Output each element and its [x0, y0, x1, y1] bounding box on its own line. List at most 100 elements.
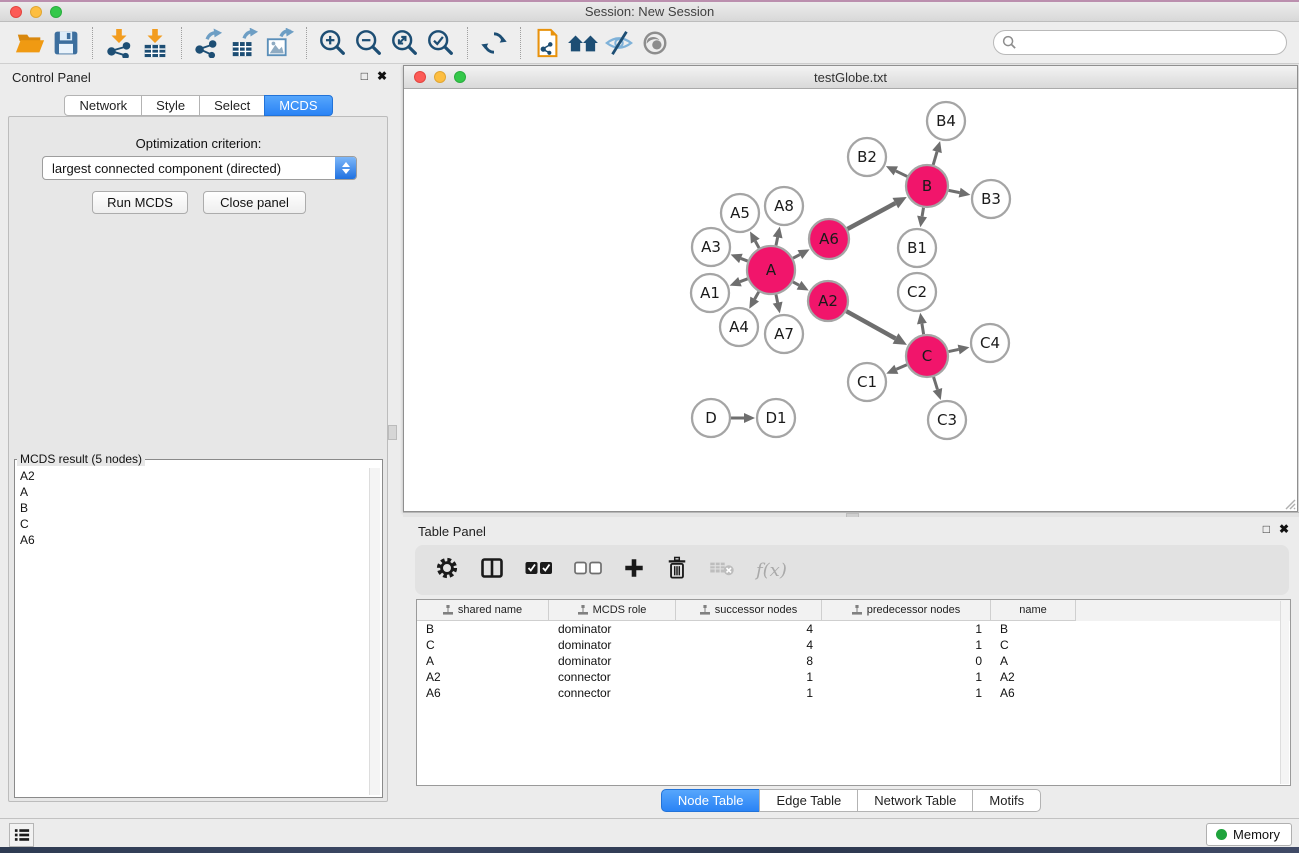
- export-table-button[interactable]: [226, 25, 262, 61]
- graph-node-A5[interactable]: A5: [721, 194, 759, 232]
- edge-A-A6[interactable]: [793, 255, 800, 259]
- edge-A6-B[interactable]: [847, 203, 895, 229]
- edge-B-B1[interactable]: [922, 208, 923, 217]
- graph-node-A2[interactable]: A2: [808, 281, 848, 321]
- mcds-result-item[interactable]: A2: [17, 468, 368, 484]
- graph-node-C4[interactable]: C4: [971, 324, 1009, 362]
- close-panel-icon[interactable]: ✖: [377, 69, 387, 83]
- tab-network-table[interactable]: Network Table: [857, 789, 973, 812]
- create-column-button[interactable]: [623, 557, 645, 584]
- mcds-result-item[interactable]: A6: [17, 532, 368, 548]
- close-panel-button[interactable]: Close panel: [203, 191, 306, 214]
- table-cell[interactable]: 1: [822, 621, 991, 637]
- vertical-splitter-handle[interactable]: [388, 425, 397, 440]
- table-row[interactable]: Cdominator41C: [417, 637, 1290, 653]
- graph-node-A7[interactable]: A7: [765, 315, 803, 353]
- edge-A-A4[interactable]: [755, 292, 759, 299]
- graph-node-A[interactable]: A: [747, 246, 795, 294]
- import-table-button[interactable]: [137, 25, 173, 61]
- edge-A-A8[interactable]: [776, 237, 778, 245]
- column-header-shared-name[interactable]: shared name: [417, 600, 549, 621]
- graph-node-B2[interactable]: B2: [848, 138, 886, 176]
- graph-node-B3[interactable]: B3: [972, 180, 1010, 218]
- edge-C-C1[interactable]: [896, 365, 906, 370]
- table-cell[interactable]: 1: [676, 669, 822, 685]
- open-file-button[interactable]: [12, 25, 48, 61]
- table-cell[interactable]: dominator: [549, 653, 676, 669]
- float-table-panel-icon[interactable]: □: [1263, 522, 1270, 536]
- table-cell[interactable]: 4: [676, 621, 822, 637]
- edge-B-B2[interactable]: [896, 171, 907, 177]
- table-cell[interactable]: connector: [549, 669, 676, 685]
- column-header-successor-nodes[interactable]: successor nodes: [676, 600, 822, 621]
- mcds-result-item[interactable]: B: [17, 500, 368, 516]
- table-cell[interactable]: A2: [417, 669, 549, 685]
- graph-node-C3[interactable]: C3: [928, 401, 966, 439]
- tab-edge-table[interactable]: Edge Table: [759, 789, 858, 812]
- table-cell[interactable]: A: [417, 653, 549, 669]
- hide-graphics-details-button[interactable]: [601, 25, 637, 61]
- export-image-button[interactable]: [262, 25, 298, 61]
- zoom-out-button[interactable]: [351, 25, 387, 61]
- export-network-button[interactable]: [190, 25, 226, 61]
- settings-gear-button[interactable]: [435, 556, 459, 585]
- table-cell[interactable]: 0: [822, 653, 991, 669]
- table-cell[interactable]: dominator: [549, 621, 676, 637]
- table-cell[interactable]: 1: [822, 669, 991, 685]
- table-row[interactable]: A2connector11A2: [417, 669, 1290, 685]
- table-cell[interactable]: A6: [417, 685, 549, 701]
- edge-A-A1[interactable]: [740, 279, 748, 282]
- tab-select[interactable]: Select: [199, 95, 265, 116]
- home-button[interactable]: [565, 25, 601, 61]
- zoom-in-button[interactable]: [315, 25, 351, 61]
- float-panel-icon[interactable]: □: [361, 69, 368, 83]
- table-cell[interactable]: A6: [991, 685, 1076, 701]
- column-header-name[interactable]: name: [991, 600, 1076, 621]
- graph-node-D1[interactable]: D1: [757, 399, 795, 437]
- zoom-selected-button[interactable]: [423, 25, 459, 61]
- function-builder-button[interactable]: f(x): [756, 560, 787, 581]
- table-cell[interactable]: C: [417, 637, 549, 653]
- save-session-button[interactable]: [48, 25, 84, 61]
- hide-all-columns-button[interactable]: [574, 560, 602, 581]
- edge-B-B3[interactable]: [949, 190, 960, 192]
- tab-network[interactable]: Network: [64, 95, 142, 116]
- graph-node-A3[interactable]: A3: [692, 228, 730, 266]
- network-canvas[interactable]: AA5A8A3A1A4A7A6A2BB4B2B3B1CC2C4C1C3DD1: [404, 89, 1297, 511]
- edge-C-C3[interactable]: [934, 377, 938, 389]
- tab-style[interactable]: Style: [141, 95, 200, 116]
- table-cell[interactable]: 4: [676, 637, 822, 653]
- refresh-layout-button[interactable]: [476, 25, 512, 61]
- search-input[interactable]: [993, 30, 1287, 55]
- table-row[interactable]: Bdominator41B: [417, 621, 1290, 637]
- mcds-result-item[interactable]: C: [17, 516, 368, 532]
- show-graphics-details-button[interactable]: [637, 25, 673, 61]
- graph-node-A1[interactable]: A1: [691, 274, 729, 312]
- zoom-fit-button[interactable]: [387, 25, 423, 61]
- column-header-MCDS-role[interactable]: MCDS role: [549, 600, 676, 621]
- table-cell[interactable]: B: [417, 621, 549, 637]
- table-cell[interactable]: 1: [676, 685, 822, 701]
- edge-A2-C[interactable]: [846, 311, 895, 338]
- edge-A-A7[interactable]: [776, 294, 778, 302]
- graph-node-A8[interactable]: A8: [765, 187, 803, 225]
- graph-node-A4[interactable]: A4: [720, 308, 758, 346]
- table-cell[interactable]: B: [991, 621, 1076, 637]
- split-panel-button[interactable]: [480, 556, 504, 585]
- graph-node-B[interactable]: B: [906, 165, 948, 207]
- close-table-panel-icon[interactable]: ✖: [1279, 522, 1289, 536]
- import-network-button[interactable]: [101, 25, 137, 61]
- mcds-result-item[interactable]: A: [17, 484, 368, 500]
- run-mcds-button[interactable]: Run MCDS: [92, 191, 188, 214]
- edge-C-C4[interactable]: [949, 349, 959, 351]
- show-all-columns-button[interactable]: [525, 560, 553, 581]
- edge-B-B4[interactable]: [933, 152, 937, 165]
- table-cell[interactable]: C: [991, 637, 1076, 653]
- graph-node-B1[interactable]: B1: [898, 229, 936, 267]
- edge-A-A5[interactable]: [755, 241, 759, 248]
- edge-A-A2[interactable]: [793, 282, 799, 285]
- graph-node-B4[interactable]: B4: [927, 102, 965, 140]
- criterion-dropdown[interactable]: largest connected component (directed): [42, 156, 357, 180]
- tab-mcds[interactable]: MCDS: [264, 95, 332, 116]
- graph-node-C1[interactable]: C1: [848, 363, 886, 401]
